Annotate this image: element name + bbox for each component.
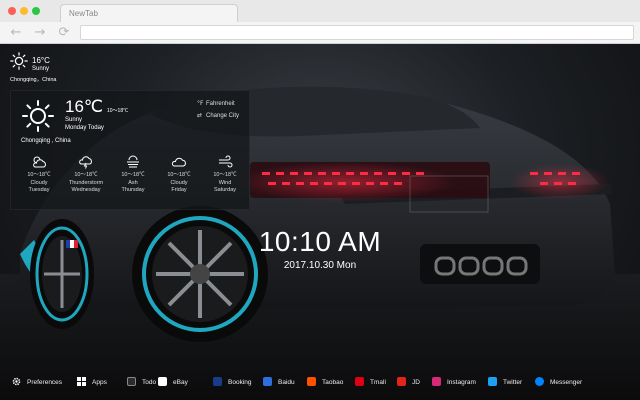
- twitter-icon: [488, 376, 497, 386]
- forecast-condition: Ash: [128, 179, 138, 186]
- forecast-day[interactable]: 10～18℃ Wind Saturday: [205, 155, 245, 195]
- shortcut-label: Todo: [142, 379, 157, 386]
- shortcut-todo[interactable]: Todo: [127, 376, 157, 389]
- gear-icon: [12, 377, 21, 386]
- shortcut-baidu[interactable]: Baidu: [263, 376, 295, 389]
- forecast-range: 10～18℃: [167, 172, 191, 178]
- maximize-window-button[interactable]: [32, 7, 40, 15]
- browser-chrome: NewTab ← → ⟳: [0, 0, 640, 44]
- apps-button[interactable]: Apps: [77, 376, 107, 389]
- forecast-condition: Wind: [218, 179, 232, 186]
- minimize-window-button[interactable]: [20, 7, 28, 15]
- forward-arrow-icon[interactable]: →: [32, 25, 48, 41]
- tab-strip: NewTab: [0, 0, 640, 22]
- forecast-day[interactable]: 10～18℃ Ash Thursday: [113, 155, 153, 195]
- ebay-icon: [158, 376, 167, 386]
- shortcut-label: Taobao: [322, 379, 344, 386]
- forecast-weekday: Thursday: [121, 187, 145, 193]
- new-tab-page: 16°C Sunny Chongqing，China 16℃ 10～18℃ Su…: [0, 44, 640, 400]
- change-city-label: Change City: [206, 113, 240, 119]
- forecast-day[interactable]: 10～18℃ Cloudy Friday: [159, 155, 199, 195]
- clock-time: 10:10 AM: [258, 226, 382, 257]
- shortcut-jd[interactable]: JD: [397, 376, 420, 389]
- swap-arrows-icon: ⇄: [197, 112, 203, 119]
- forecast-range: 10～18℃: [27, 172, 51, 178]
- forecast-range: 10～18℃: [213, 172, 237, 178]
- forecast-weekday: Saturday: [213, 187, 236, 193]
- forecast-weekday: Friday: [171, 187, 187, 193]
- shortcut-taobao[interactable]: Taobao: [307, 376, 344, 389]
- current-city: Chongqing，China: [10, 77, 57, 83]
- shortcut-booking[interactable]: Booking: [213, 376, 252, 389]
- shortcut-label: Baidu: [278, 379, 295, 386]
- forecast-range: 10～18℃: [74, 172, 98, 178]
- shortcut-label: Booking: [228, 379, 252, 386]
- tmall-icon: [355, 376, 364, 386]
- forecast-weekday: Tuesday: [28, 187, 50, 193]
- forecast-weekday: Wednesday: [71, 187, 101, 193]
- shortcut-twitter[interactable]: Twitter: [488, 376, 523, 389]
- cloudy-sun-icon: [33, 156, 46, 168]
- close-window-button[interactable]: [8, 7, 16, 15]
- todo-icon: [127, 376, 136, 386]
- wind-icon: [219, 155, 233, 168]
- apps-label: Apps: [92, 379, 107, 386]
- forecast-condition: Cloudy: [170, 179, 188, 186]
- panel-city: Chongqing , China: [21, 138, 71, 144]
- preferences-button[interactable]: Preferences: [12, 377, 62, 389]
- tab-title: NewTab: [69, 9, 98, 18]
- panel-temperature-range: 10～18℃: [107, 108, 129, 114]
- baidu-icon: [263, 376, 272, 386]
- taobao-icon: [307, 376, 316, 386]
- instagram-icon: [432, 376, 441, 386]
- thunderstorm-icon: [79, 156, 92, 169]
- shortcut-instagram[interactable]: Instagram: [432, 376, 476, 389]
- forecast-condition: Cloudy: [30, 179, 48, 186]
- jd-icon: [397, 376, 406, 386]
- back-arrow-icon[interactable]: ←: [8, 25, 24, 41]
- bottom-bar: Preferences Apps Todo eBay Booking Baidu…: [0, 374, 640, 394]
- sun-icon: [10, 52, 28, 70]
- shortcut-label: eBay: [173, 379, 188, 386]
- panel-condition: Sunny: [65, 117, 83, 123]
- grid-icon: [77, 376, 86, 386]
- reload-icon[interactable]: ⟳: [56, 25, 72, 41]
- forecast-day[interactable]: 10～18℃ Cloudy Tuesday: [19, 155, 59, 195]
- panel-day: Monday Today: [65, 125, 104, 131]
- fahrenheit-icon: °F: [197, 100, 204, 107]
- browser-tab[interactable]: NewTab: [60, 4, 238, 22]
- sun-icon: [22, 100, 54, 132]
- forecast-range: 10～18℃: [121, 172, 145, 178]
- weather-panel: 16℃ 10～18℃ Sunny Monday Today Chongqing …: [10, 90, 250, 210]
- clock-date: 2017.10.30 Mon: [283, 260, 357, 271]
- shortcut-ebay[interactable]: eBay: [158, 376, 188, 389]
- fahrenheit-toggle[interactable]: °F Fahrenheit: [197, 100, 235, 107]
- shortcut-label: Messenger: [550, 379, 583, 386]
- ash-icon: [127, 155, 139, 168]
- messenger-icon: [535, 376, 544, 386]
- panel-temperature: 16℃: [65, 97, 104, 116]
- shortcut-label: JD: [412, 379, 420, 386]
- shortcut-tmall[interactable]: Tmall: [355, 376, 386, 389]
- current-temperature: 16°C: [32, 56, 50, 65]
- shortcut-label: Twitter: [503, 379, 523, 386]
- shortcut-label: Tmall: [370, 379, 386, 386]
- current-condition: Sunny: [32, 66, 50, 72]
- change-city-button[interactable]: ⇄ Change City: [197, 112, 239, 119]
- browser-toolbar: ← → ⟳: [0, 22, 640, 44]
- forecast-condition: Thunderstorm: [68, 179, 104, 186]
- forecast-day[interactable]: 10～18℃ Thunderstorm Wednesday: [66, 155, 106, 195]
- shortcut-label: Instagram: [447, 379, 476, 386]
- shortcut-messenger[interactable]: Messenger: [535, 376, 583, 389]
- preferences-label: Preferences: [27, 379, 63, 386]
- booking-icon: [213, 376, 222, 386]
- fahrenheit-label: Fahrenheit: [206, 101, 235, 107]
- address-bar[interactable]: [80, 25, 634, 40]
- cloud-icon: [171, 157, 186, 167]
